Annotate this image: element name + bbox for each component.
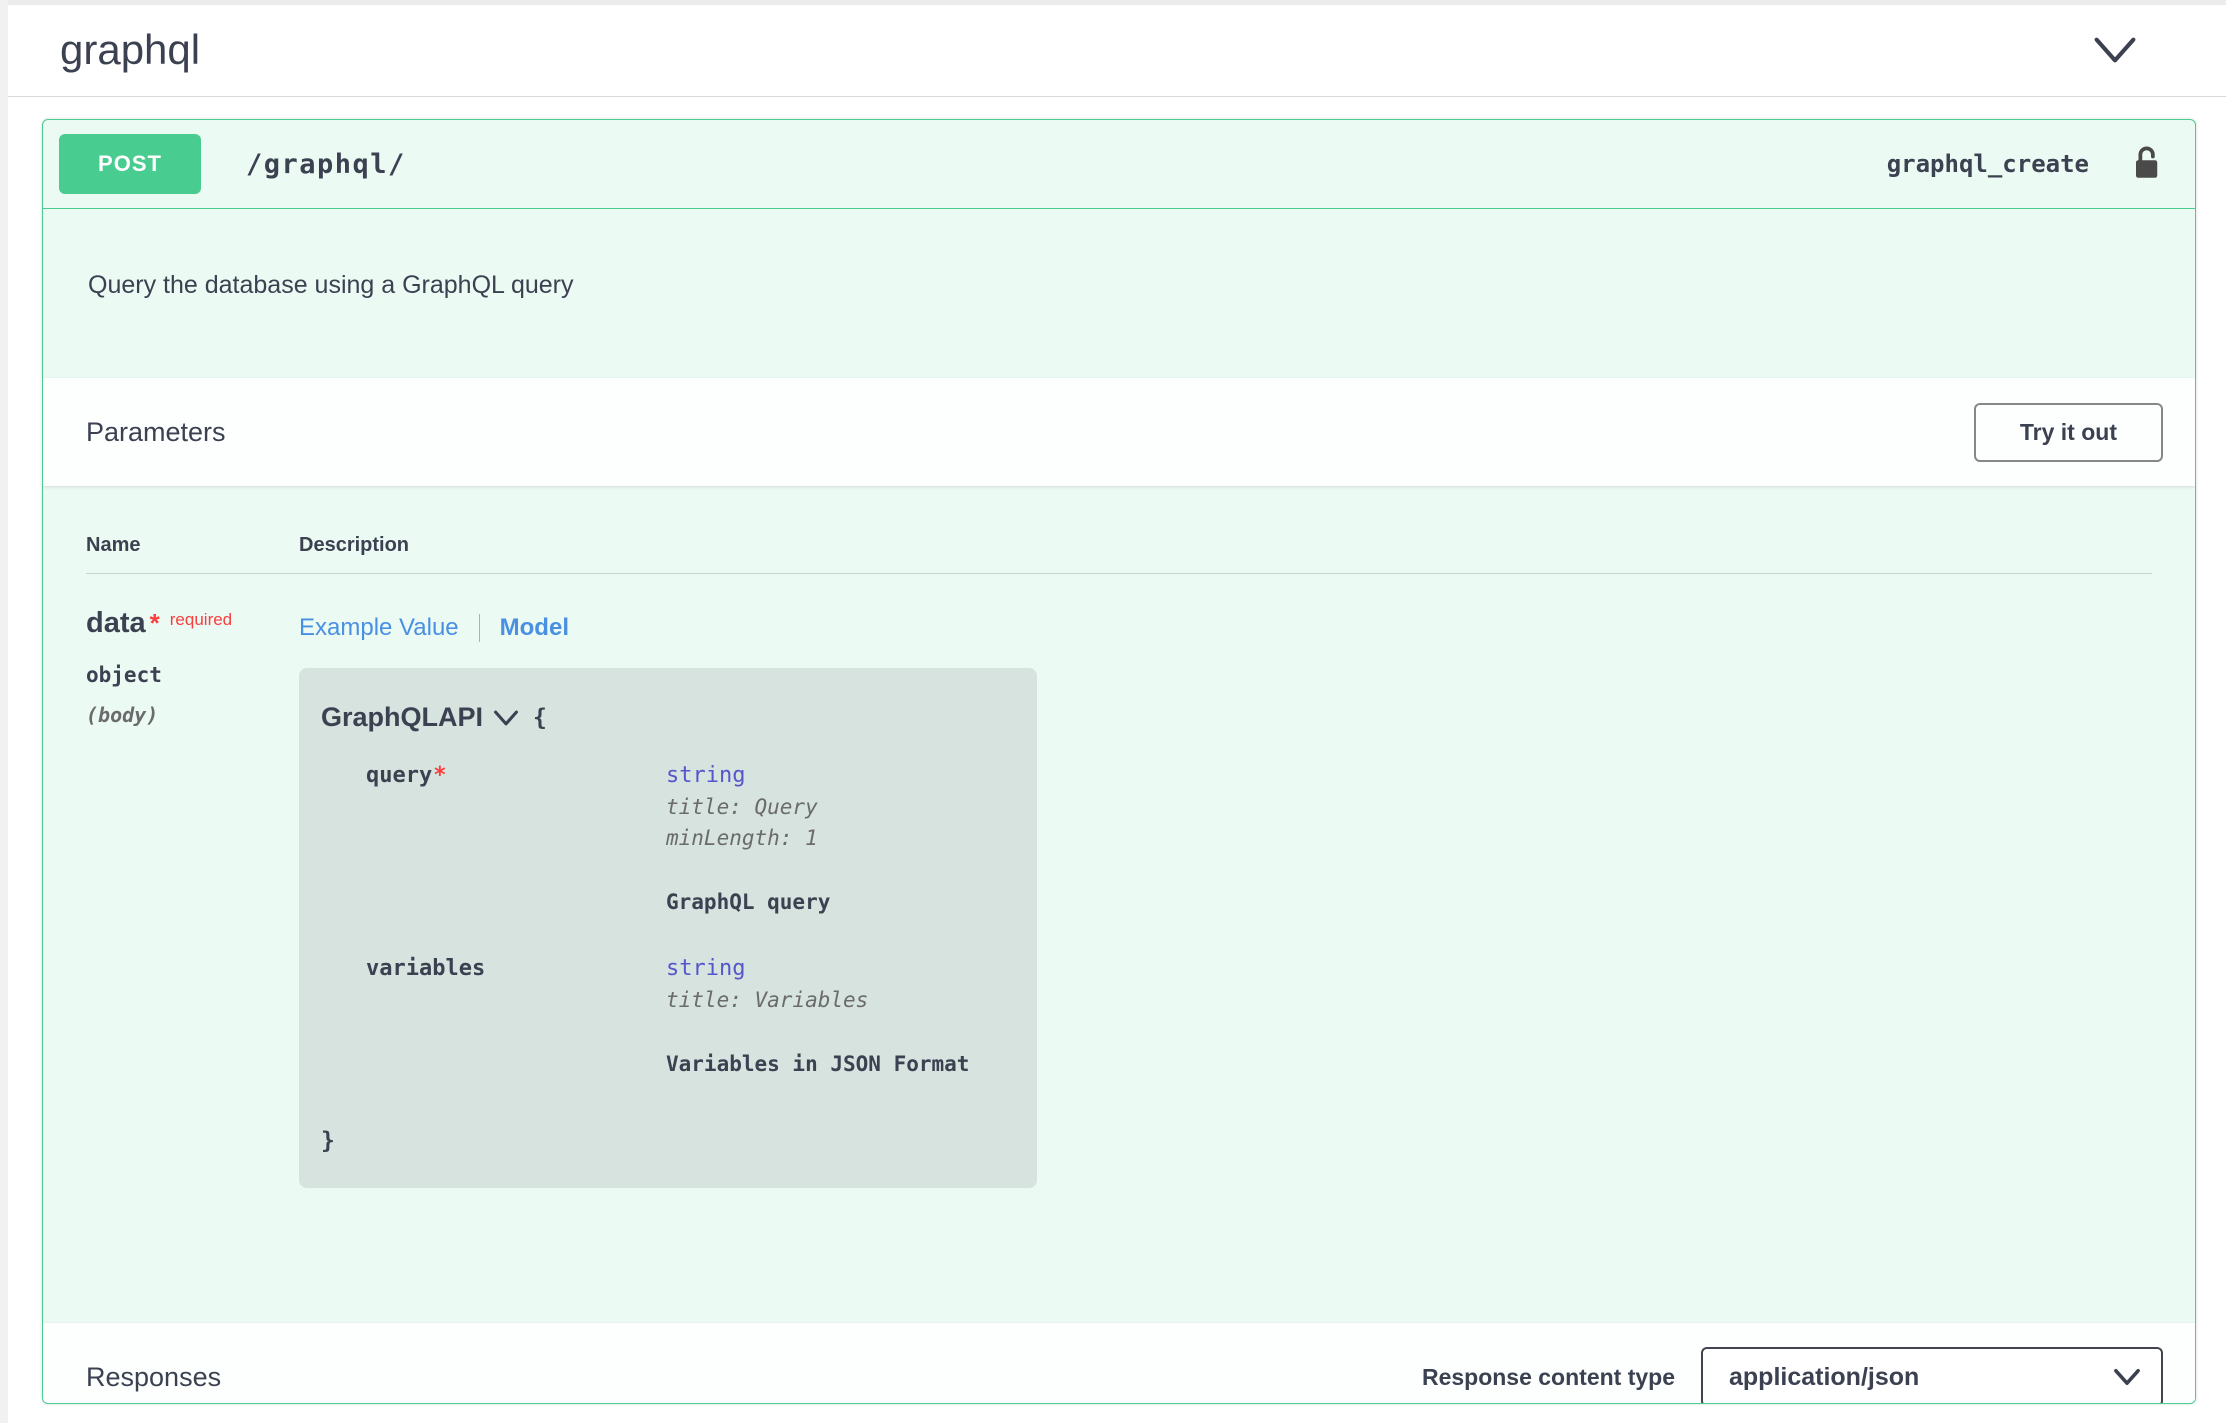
tag-section-header: graphql [0, 0, 2226, 97]
property-name-text: variables [366, 956, 485, 981]
response-content-type-value: application/json [1729, 1363, 1919, 1392]
model-properties: query* string title: Query minLength: 1 … [366, 763, 1007, 1076]
model-property-variables: variables string title: Variables Variab… [366, 956, 1007, 1076]
parameters-table-head: Name Description [86, 534, 2152, 574]
property-detail: string title: Query minLength: 1 GraphQL… [666, 763, 830, 914]
property-name-text: query [366, 763, 432, 788]
window-edge-top [0, 0, 2226, 5]
unlock-icon [2131, 145, 2161, 183]
responses-section-header: Responses Response content type applicat… [43, 1323, 2195, 1404]
required-asterisk: * [150, 608, 160, 639]
parameter-type: object [86, 663, 299, 687]
opblock-post-graphql: POST /graphql/ graphql_create Query the … [42, 119, 2196, 1404]
property-type: string [666, 956, 969, 981]
property-meta-title: title: Query [666, 795, 830, 819]
model-close-brace: } [321, 1128, 1007, 1154]
parameter-location: (body) [86, 703, 299, 727]
window-edge-left [0, 0, 8, 1423]
model-box: GraphQLAPI { query* [299, 668, 1037, 1188]
property-meta-title: title: Variables [666, 988, 969, 1012]
property-description: Variables in JSON Format [666, 1052, 969, 1076]
chevron-down-icon [2113, 1368, 2141, 1386]
opblock-summary[interactable]: POST /graphql/ graphql_create [43, 120, 2195, 209]
swagger-api-docs-page: graphql POST /graphql/ graphql_create Qu… [0, 0, 2226, 1404]
model-collapse-chevron-icon[interactable] [493, 709, 519, 727]
operation-id: graphql_create [1887, 150, 2089, 178]
http-method-badge: POST [59, 134, 201, 194]
parameter-row: data * required object (body) Example Va… [86, 574, 2152, 1188]
operation-path[interactable]: /graphql/ [246, 149, 406, 180]
property-meta-minlength: minLength: 1 [666, 826, 830, 850]
parameter-name-cell: data * required object (body) [86, 608, 299, 1188]
response-content-type-select[interactable]: application/json [1701, 1347, 2163, 1404]
tab-model[interactable]: Model [500, 614, 569, 642]
response-content-type-group: Response content type application/json [1422, 1347, 2163, 1404]
required-asterisk: * [433, 763, 446, 788]
parameters-title: Parameters [86, 417, 226, 448]
try-it-out-button[interactable]: Try it out [1974, 403, 2163, 462]
parameter-name-line: data * required [86, 608, 299, 639]
response-content-type-label: Response content type [1422, 1364, 1675, 1391]
required-label: required [170, 610, 232, 630]
property-type: string [666, 763, 830, 788]
column-header-name: Name [86, 534, 299, 557]
property-description: GraphQL query [666, 890, 830, 914]
parameters-section-header: Parameters Try it out [43, 378, 2195, 486]
model-title[interactable]: GraphQLAPI [321, 702, 483, 733]
model-open-brace: { [533, 705, 547, 731]
parameter-description-cell: Example Value Model GraphQLAPI { [299, 608, 2152, 1188]
model-title-row: GraphQLAPI { [321, 702, 1007, 733]
tag-title[interactable]: graphql [60, 26, 200, 74]
tab-example-value[interactable]: Example Value [299, 614, 480, 642]
model-example-tabs: Example Value Model [299, 614, 2152, 642]
model-property-query: query* string title: Query minLength: 1 … [366, 763, 1007, 914]
property-detail: string title: Variables Variables in JSO… [666, 956, 969, 1076]
property-name: query* [366, 763, 666, 914]
column-header-description: Description [299, 534, 409, 557]
authorize-button[interactable] [2131, 145, 2161, 183]
chevron-down-icon[interactable] [2092, 35, 2138, 65]
parameter-name: data [86, 608, 146, 638]
operation-description: Query the database using a GraphQL query [43, 209, 2195, 378]
responses-title: Responses [86, 1362, 221, 1393]
property-name: variables [366, 956, 666, 1076]
parameters-body: Name Description data * required object … [43, 486, 2195, 1323]
